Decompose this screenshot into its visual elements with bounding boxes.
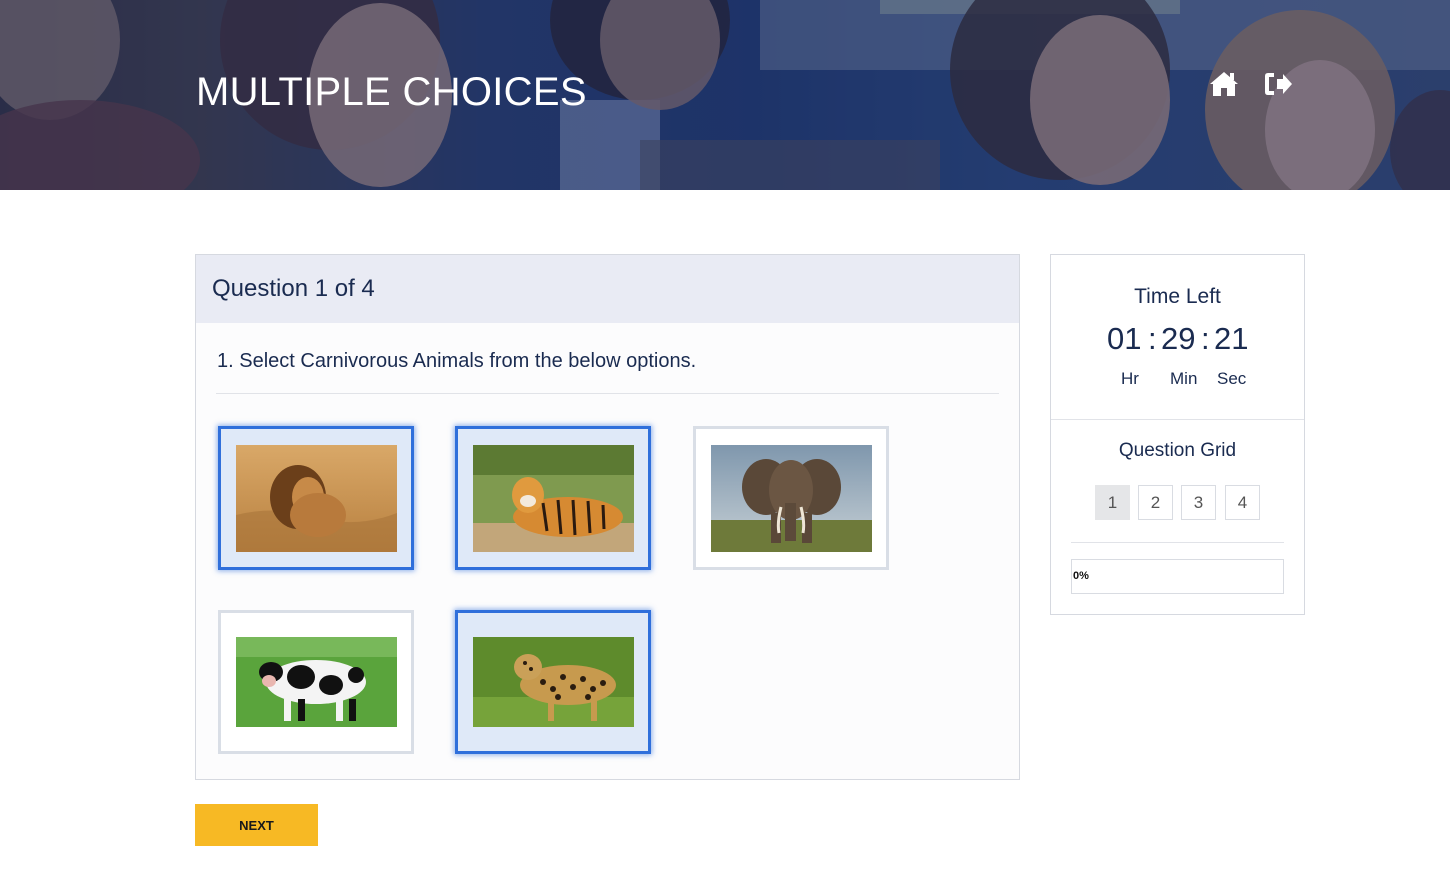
leopard-image — [472, 637, 634, 727]
page-title: MULTIPLE CHOICES — [196, 70, 587, 114]
divider — [1071, 542, 1284, 543]
home-icon[interactable] — [1209, 70, 1239, 98]
divider — [216, 393, 999, 394]
timer-seconds: 21 — [1214, 321, 1249, 356]
timer-separator: : — [1148, 321, 1157, 356]
next-button[interactable]: NEXT — [195, 804, 318, 846]
question-grid-item-4[interactable]: 4 — [1225, 485, 1260, 520]
progress-label: 0% — [1073, 570, 1089, 582]
time-left-title: Time Left — [1134, 285, 1221, 308]
question-grid-item-1[interactable]: 1 — [1095, 485, 1130, 520]
timer-minutes: 29 — [1161, 321, 1196, 356]
lion-image — [235, 444, 397, 552]
sign-out-icon[interactable] — [1263, 70, 1293, 98]
cow-image — [235, 637, 397, 727]
hero-banner: MULTIPLE CHOICES — [0, 0, 1450, 190]
question-counter: Question 1 of 4 — [212, 275, 375, 302]
question-card: Question 1 of 4 1. Select Carnivorous An… — [195, 254, 1020, 780]
timer-separator: : — [1201, 321, 1210, 356]
tiger-image — [472, 444, 634, 552]
question-grid-title: Question Grid — [1118, 440, 1237, 461]
option-tiger[interactable] — [455, 426, 651, 570]
option-elephant[interactable] — [693, 426, 889, 570]
divider — [1051, 419, 1304, 420]
question-header: Question 1 of 4 — [196, 255, 1019, 323]
elephant-image — [710, 444, 872, 552]
seconds-label: Sec — [1217, 369, 1247, 388]
question-grid-item-3[interactable]: 3 — [1181, 485, 1216, 520]
option-cow[interactable] — [218, 610, 414, 754]
question-text: 1. Select Carnivorous Animals from the b… — [217, 350, 697, 372]
progress-bar: 0% — [1071, 559, 1284, 594]
question-grid-item-2[interactable]: 2 — [1138, 485, 1173, 520]
option-leopard[interactable] — [455, 610, 651, 754]
option-lion[interactable] — [218, 426, 414, 570]
side-panel: Time Left 01 : 29 : 21 Hr Min Sec Questi… — [1050, 254, 1305, 615]
hours-label: Hr — [1121, 369, 1139, 388]
timer-hours: 01 — [1107, 321, 1142, 356]
minutes-label: Min — [1170, 369, 1198, 388]
